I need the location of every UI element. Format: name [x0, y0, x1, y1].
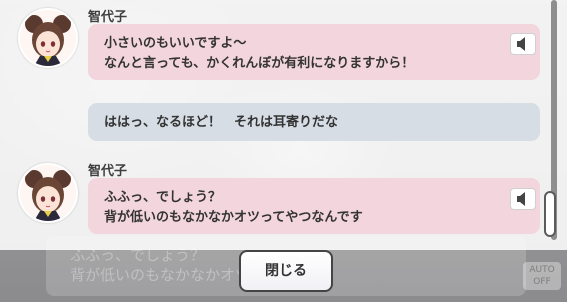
speaker-icon	[517, 192, 525, 206]
dialogue-line: ふふっ、でしょう？	[104, 190, 222, 205]
close-button[interactable]: 閉じる	[239, 250, 333, 292]
dialogue-line: なんと言っても、かくれんぼが有利になりますから！	[104, 56, 415, 71]
background-dialogue-line-2: 背が低いのもなかなかオツ	[70, 266, 251, 284]
dialogue-line: ははっ、なるほど！ それは耳寄りだな	[104, 115, 339, 130]
chiyoko-portrait-icon	[25, 170, 71, 221]
chiyoko-portrait-icon	[25, 15, 71, 66]
chiyoko-avatar	[18, 8, 78, 68]
player-dialogue-bubble: ははっ、なるほど！ それは耳寄りだな	[88, 103, 540, 141]
voice-replay-button[interactable]	[510, 33, 536, 55]
log-scrollbar-thumb[interactable]	[544, 191, 556, 237]
speaker-name: 智代子	[88, 164, 128, 179]
dialogue-bubble: 小さいのもいいですよ～ なんと言っても、かくれんぼが有利になりますから！	[88, 24, 540, 80]
speaker-name: 智代子	[88, 10, 128, 25]
voice-replay-button[interactable]	[510, 188, 536, 210]
chiyoko-avatar	[18, 163, 78, 223]
dialogue-bubble: ふふっ、でしょう？ 背が低いのもなかなかオツってやつなんです	[88, 178, 540, 234]
speaker-icon	[517, 37, 525, 51]
background-auto-button: AUTO OFF	[523, 262, 561, 290]
dialogue-line: 背が低いのもなかなかオツってやつなんです	[104, 210, 363, 225]
dialogue-line: 小さいのもいいですよ～	[104, 36, 247, 51]
